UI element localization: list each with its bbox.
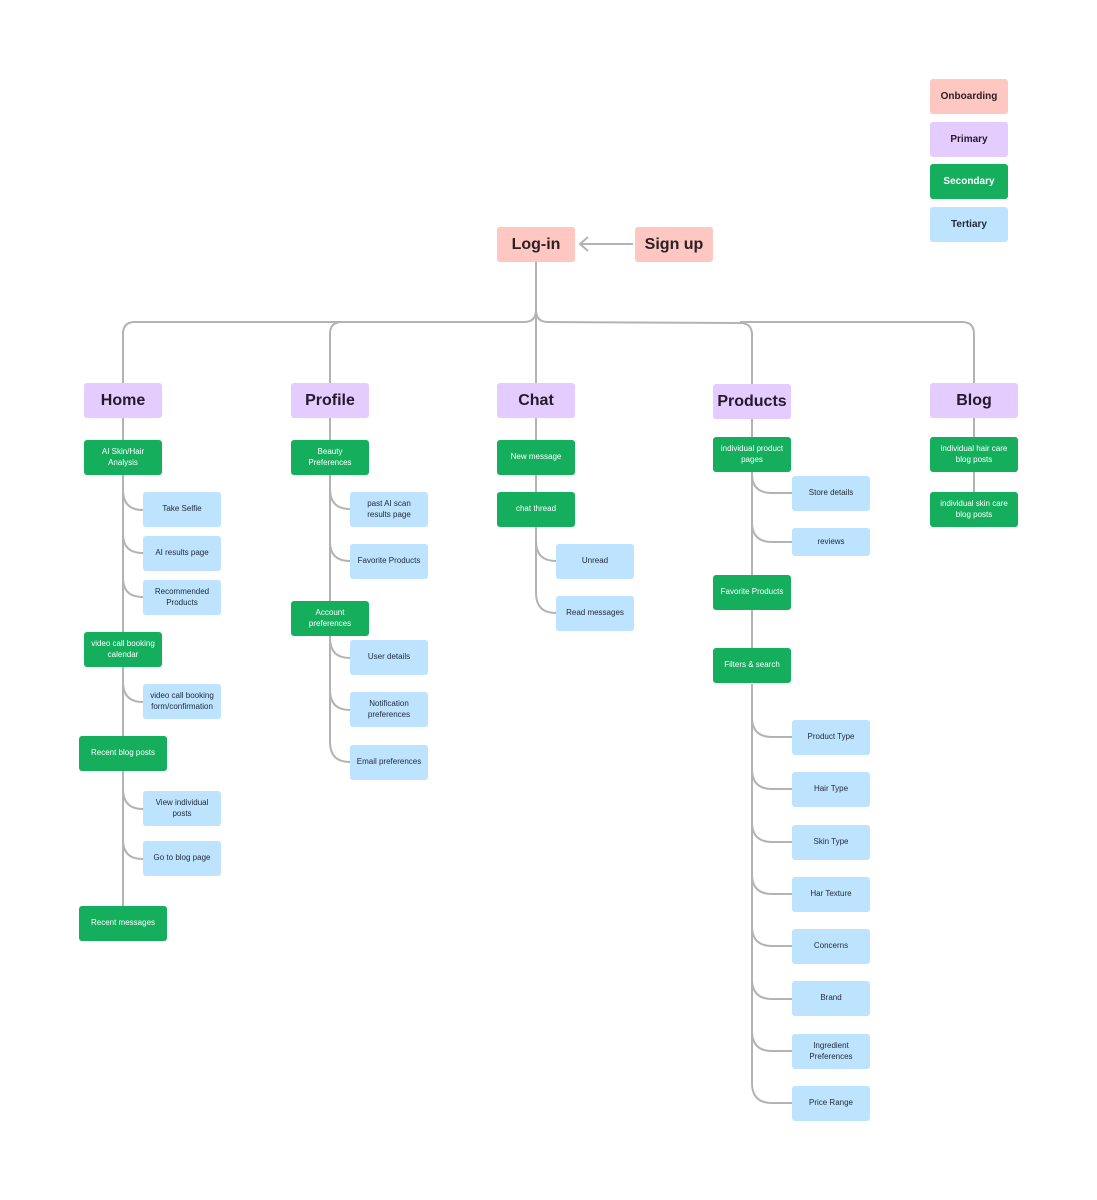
login-node[interactable]: Log-in [497,227,575,262]
branch-home [122,309,537,383]
new-message-node[interactable]: New message [497,440,575,475]
legend-tertiary: Tertiary [930,207,1008,242]
chat-thread-node[interactable]: chat thread [497,492,575,527]
reviews-node[interactable]: reviews [792,528,870,556]
hair-texture-node[interactable]: Har Texture [792,877,870,912]
hair-care-blog-posts-node[interactable]: individual hair care blog posts [930,437,1018,472]
recent-blog-posts-node[interactable]: Recent blog posts [79,736,167,771]
video-call-form-node[interactable]: video call booking form/confirmation [143,684,221,719]
user-details-node[interactable]: User details [350,640,428,675]
read-messages-node[interactable]: Read messages [556,596,634,631]
take-selfie-node[interactable]: Take Selfie [143,492,221,527]
view-individual-posts-node[interactable]: View individual posts [143,791,221,826]
notification-preferences-node[interactable]: Notification preferences [350,692,428,727]
ingredient-preferences-node[interactable]: Ingredient Preferences [792,1034,870,1069]
beauty-preferences-node[interactable]: Beauty Preferences [291,440,369,475]
filters-search-node[interactable]: Filters & search [713,648,791,683]
ai-analysis-node[interactable]: AI Skin/Hair Analysis [84,440,162,475]
individual-product-pages-node[interactable]: individual product pages [713,437,791,472]
arrow-head-icon [578,236,589,252]
account-preferences-node[interactable]: Account preferences [291,601,369,636]
branch-profile [329,321,343,383]
hair-type-node[interactable]: Hair Type [792,772,870,807]
products-node[interactable]: Products [713,384,791,419]
unread-node[interactable]: Unread [556,544,634,579]
chat-node[interactable]: Chat [497,383,575,418]
email-preferences-node[interactable]: Email preferences [350,745,428,780]
brand-node[interactable]: Brand [792,981,870,1016]
ai-results-node[interactable]: AI results page [143,536,221,571]
concerns-node[interactable]: Concerns [792,929,870,964]
store-details-node[interactable]: Store details [792,476,870,511]
product-type-node[interactable]: Product Type [792,720,870,755]
branch-blog [740,321,975,383]
recent-messages-node[interactable]: Recent messages [79,906,167,941]
favorite-products-profile-node[interactable]: Favorite Products [350,544,428,579]
legend-primary: Primary [930,122,1008,157]
signup-node[interactable]: Sign up [635,227,713,262]
legend-onboarding: Onboarding [930,79,1008,114]
branch-products [535,309,753,385]
skin-care-blog-posts-node[interactable]: individual skin care blog posts [930,492,1018,527]
blog-node[interactable]: Blog [930,383,1018,418]
skin-type-node[interactable]: Skin Type [792,825,870,860]
home-node[interactable]: Home [84,383,162,418]
price-range-node[interactable]: Price Range [792,1086,870,1121]
legend-secondary: Secondary [930,164,1008,199]
video-call-calendar-node[interactable]: video call booking calendar [84,632,162,667]
go-to-blog-page-node[interactable]: Go to blog page [143,841,221,876]
favorite-products-node[interactable]: Favorite Products [713,575,791,610]
profile-node[interactable]: Profile [291,383,369,418]
past-ai-scan-node[interactable]: past AI scan results page [350,492,428,527]
recommended-products-node[interactable]: Recommended Products [143,580,221,615]
